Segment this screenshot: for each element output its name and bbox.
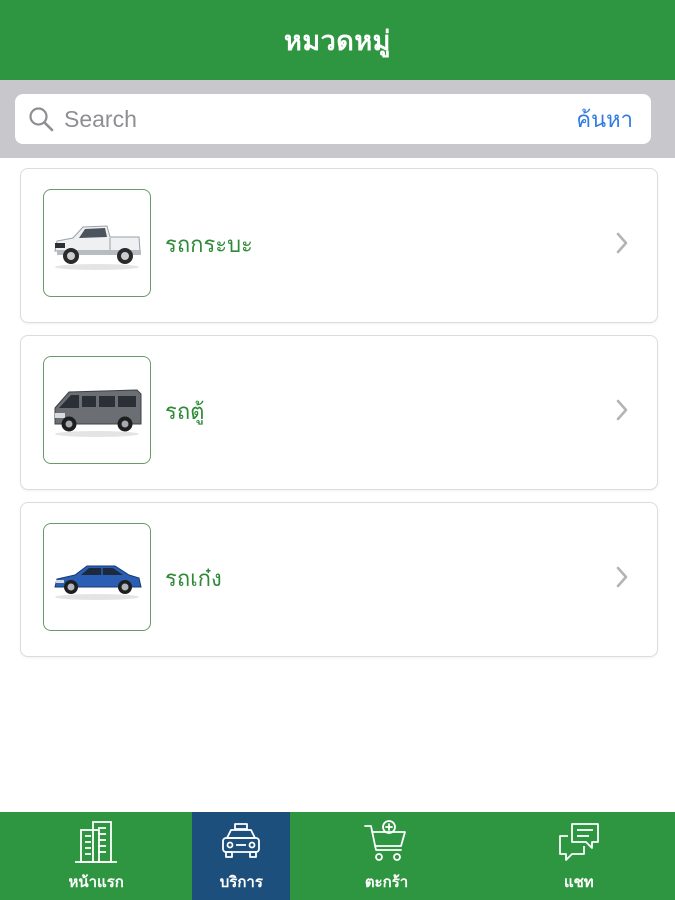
chevron-right-icon (616, 232, 628, 254)
chevron-right-icon (616, 399, 628, 421)
sedan-icon (54, 565, 142, 600)
header-bar: หมวดหมู่ (0, 0, 675, 80)
category-label: รถเก๋ง (165, 567, 222, 592)
category-item-sedan[interactable]: รถเก๋ง (20, 502, 658, 657)
chevron-right-icon (616, 566, 628, 588)
tab-home[interactable]: หน้าแรก (0, 812, 192, 900)
bottom-tab-bar: หน้าแรก บริการ ตะกร้า แชท (0, 812, 675, 900)
tab-label: บริการ (219, 873, 263, 891)
tab-services[interactable]: บริการ (192, 812, 291, 900)
category-label: รถกระบะ (165, 233, 253, 258)
tab-cart[interactable]: ตะกร้า (290, 812, 482, 900)
category-thumbnail (43, 356, 151, 464)
van-icon (54, 389, 142, 437)
tab-label: หน้าแรก (68, 873, 124, 891)
category-label: รถตู้ (165, 400, 205, 425)
chat-icon (558, 823, 599, 861)
category-item-pickup[interactable]: รถกระบะ (20, 168, 658, 323)
category-list: รถกระบะ รถตู้ รถเก๋ง (20, 168, 658, 669)
building-icon (75, 821, 118, 863)
page-title: หมวดหมู่ (284, 25, 391, 57)
taxi-icon (222, 823, 261, 858)
search-box[interactable]: ค้นหา (15, 94, 651, 144)
category-thumbnail (43, 189, 151, 297)
pickup-truck-icon (54, 225, 141, 270)
search-bar: ค้นหา (0, 80, 675, 158)
tab-label: แชท (563, 873, 594, 891)
cart-icon (364, 820, 407, 861)
search-input[interactable] (64, 99, 577, 139)
category-thumbnail (43, 523, 151, 631)
tab-label: ตะกร้า (364, 873, 409, 891)
search-button[interactable]: ค้นหา (576, 102, 633, 137)
category-item-van[interactable]: รถตู้ (20, 335, 658, 490)
search-icon (29, 107, 54, 132)
tab-chat[interactable]: แชท (483, 812, 675, 900)
